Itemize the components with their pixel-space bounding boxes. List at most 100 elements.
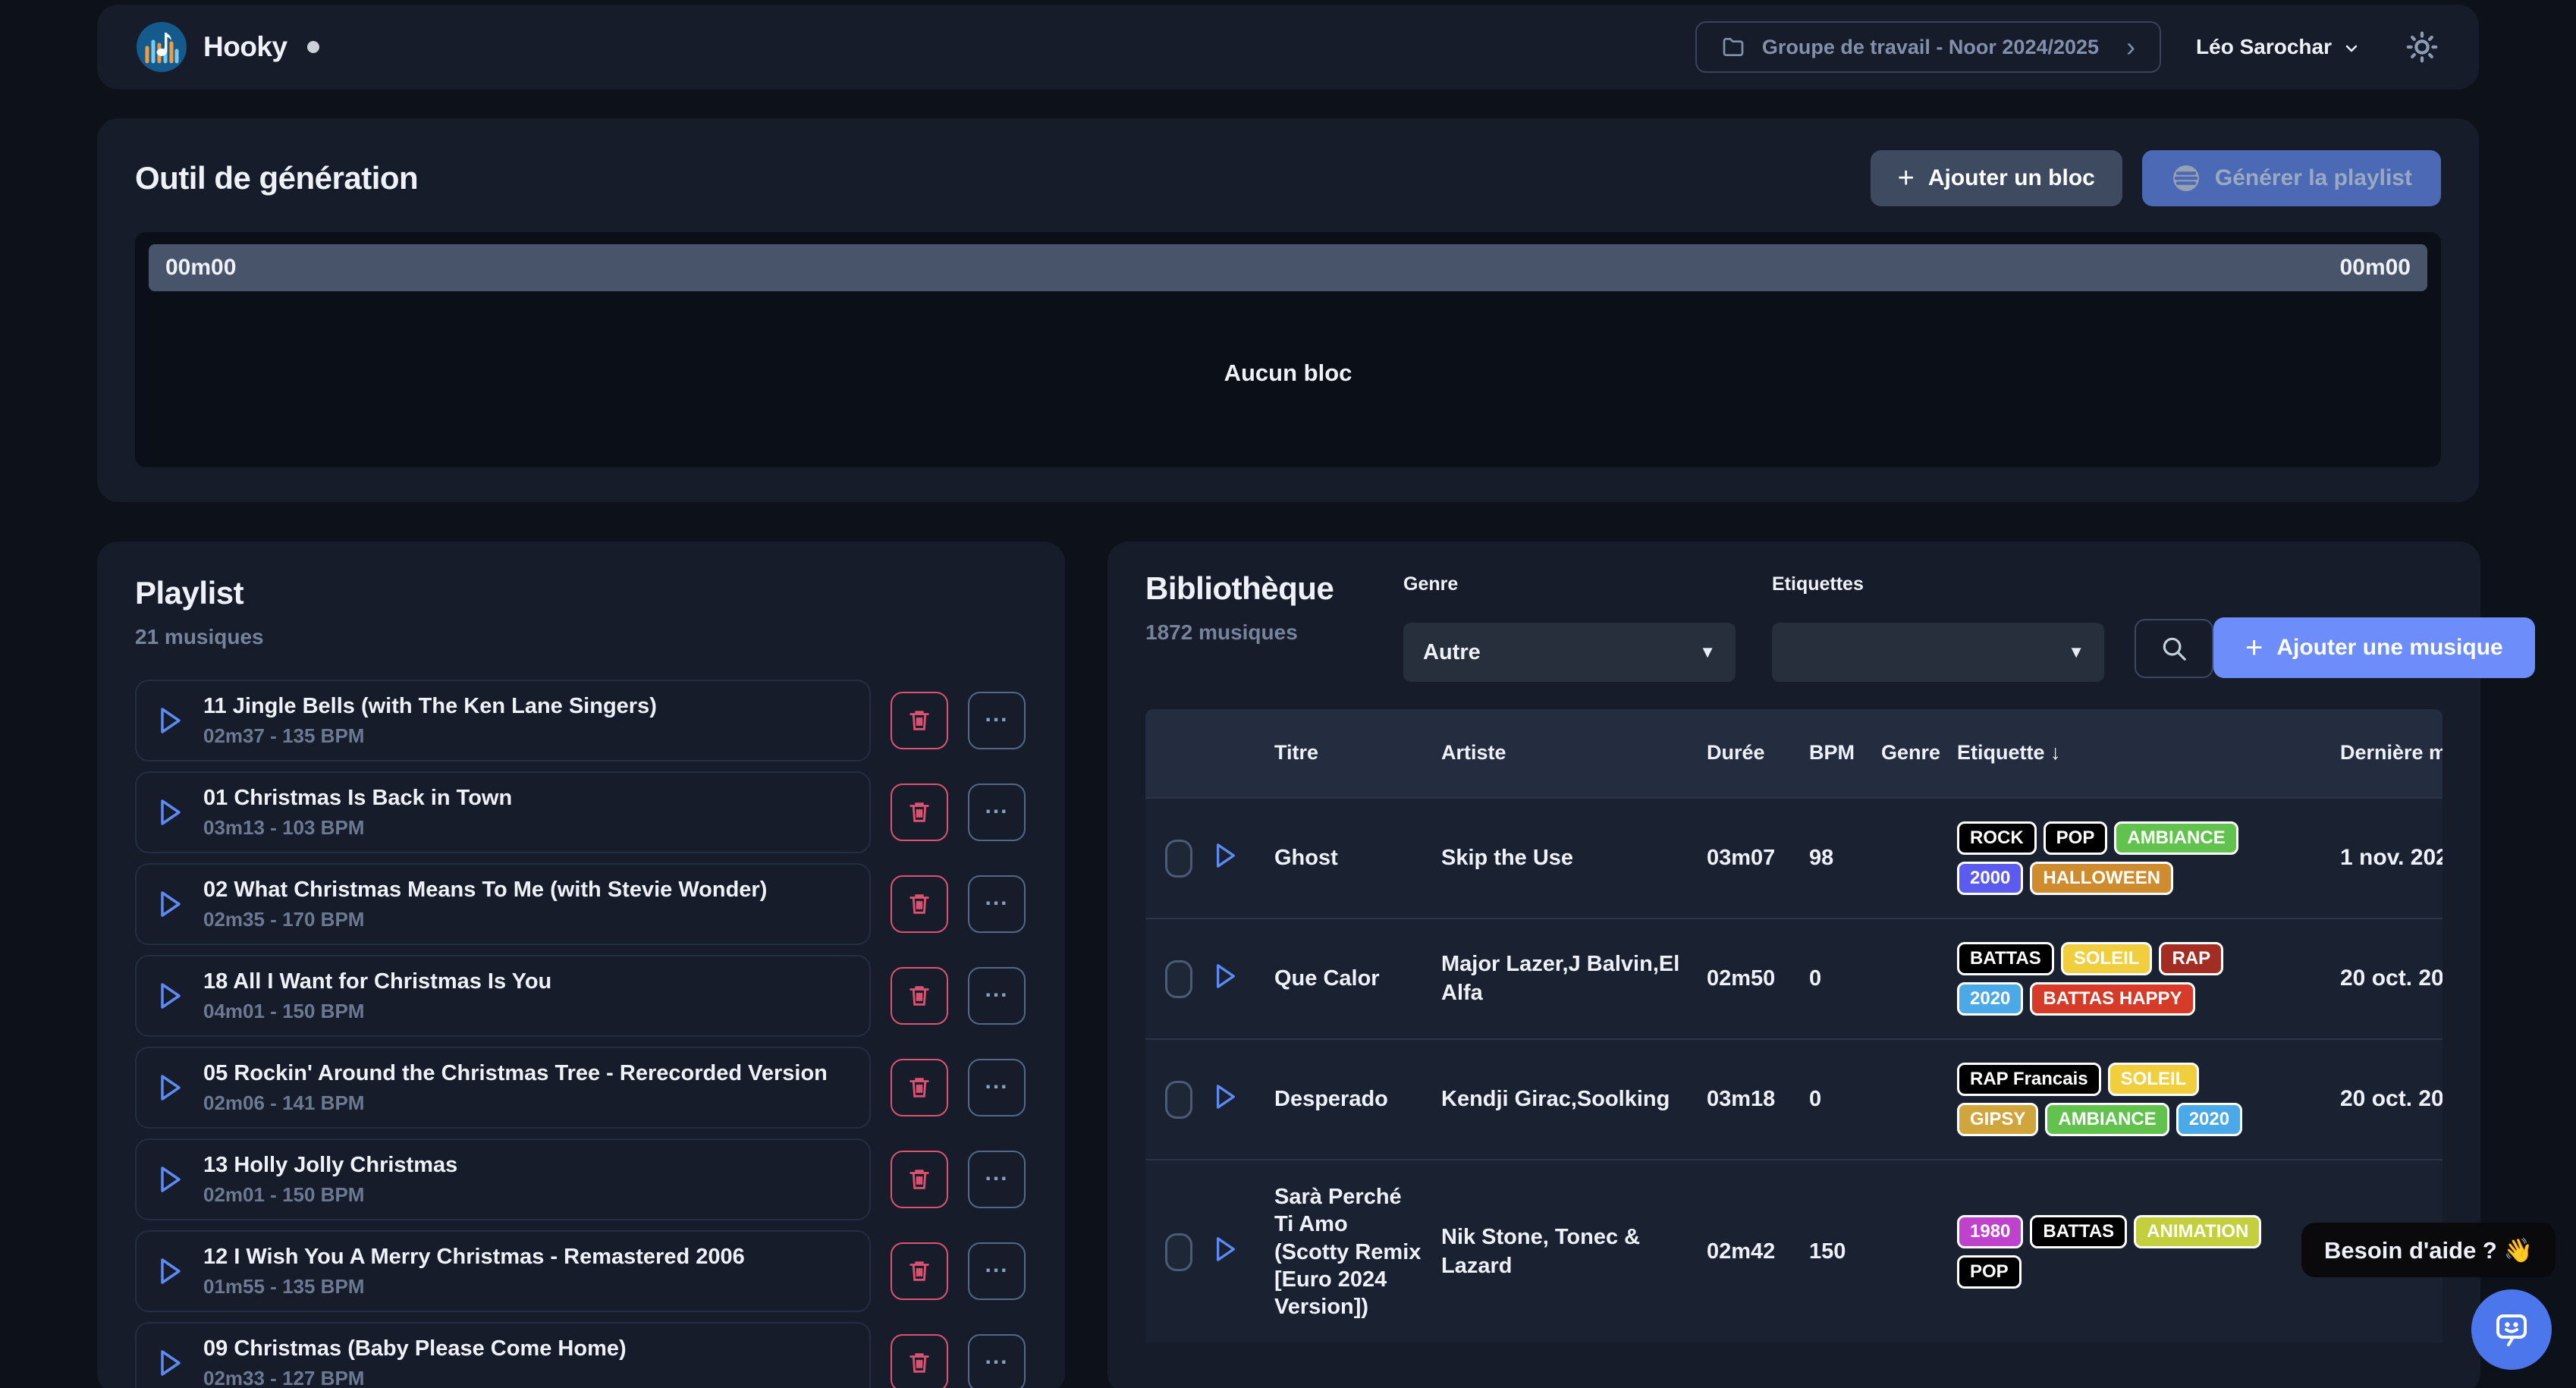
play-icon[interactable] — [158, 1073, 184, 1102]
delete-song-button[interactable] — [891, 1151, 948, 1208]
add-block-button[interactable]: + Ajouter un bloc — [1871, 150, 2122, 206]
row-tags: 1980BATTASANIMATIONPOP — [1957, 1215, 2283, 1289]
row-bpm: 98 — [1809, 846, 1881, 871]
timeline-container: 00m00 00m00 Aucun bloc — [135, 232, 2441, 467]
row-checkbox[interactable] — [1165, 960, 1192, 998]
play-icon[interactable] — [158, 981, 184, 1010]
more-options-button[interactable]: ... — [968, 875, 1026, 933]
help-tooltip: Besoin d'aide ? 👋 — [2301, 1223, 2556, 1277]
song-meta: 02m33 - 127 BPM — [203, 1367, 627, 1388]
trash-icon — [906, 1350, 932, 1376]
col-header-genre[interactable]: Genre — [1881, 737, 1957, 769]
playlist-item: 01 Christmas Is Back in Town 03m13 - 103… — [135, 771, 1027, 853]
song-title: 13 Holly Jolly Christmas — [203, 1153, 457, 1178]
song-meta: 03m13 - 103 BPM — [203, 816, 512, 840]
playlist-song-card[interactable]: 09 Christmas (Baby Please Come Home) 02m… — [135, 1322, 871, 1388]
playlist-song-card[interactable]: 02 What Christmas Means To Me (with Stev… — [135, 863, 871, 945]
generate-icon — [2171, 163, 2201, 193]
chat-support-button[interactable] — [2471, 1289, 2552, 1370]
playlist-song-card[interactable]: 11 Jingle Bells (with The Ken Lane Singe… — [135, 680, 871, 762]
more-options-button[interactable]: ... — [968, 1151, 1026, 1208]
play-icon[interactable] — [1214, 842, 1238, 869]
trash-icon — [906, 708, 932, 733]
tag-badge: ROCK — [1957, 821, 2037, 855]
ellipsis-icon: ... — [985, 1160, 1008, 1186]
delete-song-button[interactable] — [891, 967, 948, 1025]
play-icon[interactable] — [158, 1257, 184, 1286]
library-table-row: Que Calor Major Lazer,J Balvin,El Alfa 0… — [1145, 918, 2442, 1038]
delete-song-button[interactable] — [891, 875, 948, 933]
play-icon[interactable] — [158, 706, 184, 735]
chevron-down-icon — [2342, 39, 2361, 58]
song-meta: 01m55 - 135 BPM — [203, 1275, 745, 1299]
search-button[interactable] — [2135, 619, 2213, 678]
col-header-artist[interactable]: Artiste — [1441, 737, 1707, 769]
folder-icon — [1721, 35, 1745, 59]
play-icon[interactable] — [1214, 1236, 1238, 1263]
play-icon[interactable] — [1214, 1083, 1238, 1110]
row-checkbox[interactable] — [1165, 1233, 1192, 1271]
user-menu[interactable]: Léo Sarochar — [2196, 35, 2361, 59]
playlist-song-card[interactable]: 01 Christmas Is Back in Town 03m13 - 103… — [135, 771, 871, 853]
delete-song-button[interactable] — [891, 1334, 948, 1388]
tags-filter-label: Etiquettes — [1772, 573, 2104, 595]
row-artist: Kendji Girac,Soolking — [1441, 1085, 1707, 1114]
app-name: Hooky — [203, 31, 287, 63]
library-table-row: Ghost Skip the Use 03m07 98 ROCKPOPAMBIA… — [1145, 797, 2442, 918]
play-icon[interactable] — [1214, 962, 1238, 990]
col-header-title[interactable]: Titre — [1274, 737, 1441, 769]
playlist-song-card[interactable]: 12 I Wish You A Merry Christmas - Remast… — [135, 1230, 871, 1312]
tag-badge: POP — [2044, 821, 2108, 855]
timeline-bar[interactable]: 00m00 00m00 — [149, 244, 2427, 291]
more-options-button[interactable]: ... — [968, 1059, 1026, 1116]
chevron-right-icon: › — [2126, 31, 2135, 63]
tags-select[interactable]: ▼ — [1772, 623, 2104, 682]
row-duration: 03m07 — [1707, 846, 1809, 871]
playlist-list: 11 Jingle Bells (with The Ken Lane Singe… — [135, 680, 1027, 1388]
user-name: Léo Sarochar — [2196, 35, 2332, 59]
col-header-bpm[interactable]: BPM — [1809, 737, 1881, 769]
library-count: 1872 musiques — [1145, 620, 1403, 645]
row-checkbox[interactable] — [1165, 840, 1192, 878]
ellipsis-icon: ... — [985, 977, 1008, 1003]
timeline-end: 00m00 — [2340, 255, 2411, 281]
play-icon[interactable] — [158, 890, 184, 919]
generate-playlist-button[interactable]: Générer la playlist — [2142, 150, 2441, 206]
playlist-song-card[interactable]: 18 All I Want for Christmas Is You 04m01… — [135, 955, 871, 1037]
col-header-modified[interactable]: Dernière modification — [2340, 737, 2442, 769]
tag-badge: RAP — [2159, 942, 2223, 975]
workspace-selector-button[interactable]: Groupe de travail - Noor 2024/2025 › — [1695, 21, 2161, 73]
delete-song-button[interactable] — [891, 692, 948, 749]
delete-song-button[interactable] — [891, 1242, 948, 1300]
more-options-button[interactable]: ... — [968, 783, 1026, 841]
top-bar: Hooky Groupe de travail - Noor 2024/2025… — [97, 5, 2479, 89]
genre-select[interactable]: Autre ▼ — [1403, 623, 1736, 682]
generator-title: Outil de génération — [135, 160, 418, 196]
library-card: Bibliothèque 1872 musiques Genre Autre ▼… — [1107, 542, 2480, 1388]
play-icon[interactable] — [158, 798, 184, 827]
tag-badge: 2000 — [1957, 862, 2023, 895]
sort-desc-icon: ↓ — [2050, 741, 2061, 764]
play-icon[interactable] — [158, 1349, 184, 1377]
more-options-button[interactable]: ... — [968, 967, 1026, 1025]
row-checkbox[interactable] — [1165, 1081, 1192, 1119]
tag-badge: AMBIANCE — [2045, 1103, 2169, 1136]
add-music-button[interactable]: + Ajouter une musique — [2213, 617, 2535, 678]
more-options-button[interactable]: ... — [968, 1334, 1026, 1388]
delete-song-button[interactable] — [891, 783, 948, 841]
theme-toggle-button[interactable] — [2405, 30, 2439, 64]
tag-badge: SOLEIL — [2061, 942, 2153, 975]
more-options-button[interactable]: ... — [968, 1242, 1026, 1300]
playlist-item: 12 I Wish You A Merry Christmas - Remast… — [135, 1230, 1027, 1312]
row-title: Desperado — [1274, 1085, 1441, 1113]
more-options-button[interactable]: ... — [968, 692, 1026, 749]
col-header-duration[interactable]: Durée — [1707, 737, 1809, 769]
playlist-item: 09 Christmas (Baby Please Come Home) 02m… — [135, 1322, 1027, 1388]
add-block-label: Ajouter un bloc — [1928, 165, 2095, 191]
playlist-song-card[interactable]: 05 Rockin' Around the Christmas Tree - R… — [135, 1047, 871, 1129]
trash-icon — [906, 891, 932, 917]
playlist-song-card[interactable]: 13 Holly Jolly Christmas 02m01 - 150 BPM — [135, 1138, 871, 1220]
delete-song-button[interactable] — [891, 1059, 948, 1116]
play-icon[interactable] — [158, 1165, 184, 1194]
col-header-tag[interactable]: Etiquette ↓ — [1957, 737, 2340, 769]
